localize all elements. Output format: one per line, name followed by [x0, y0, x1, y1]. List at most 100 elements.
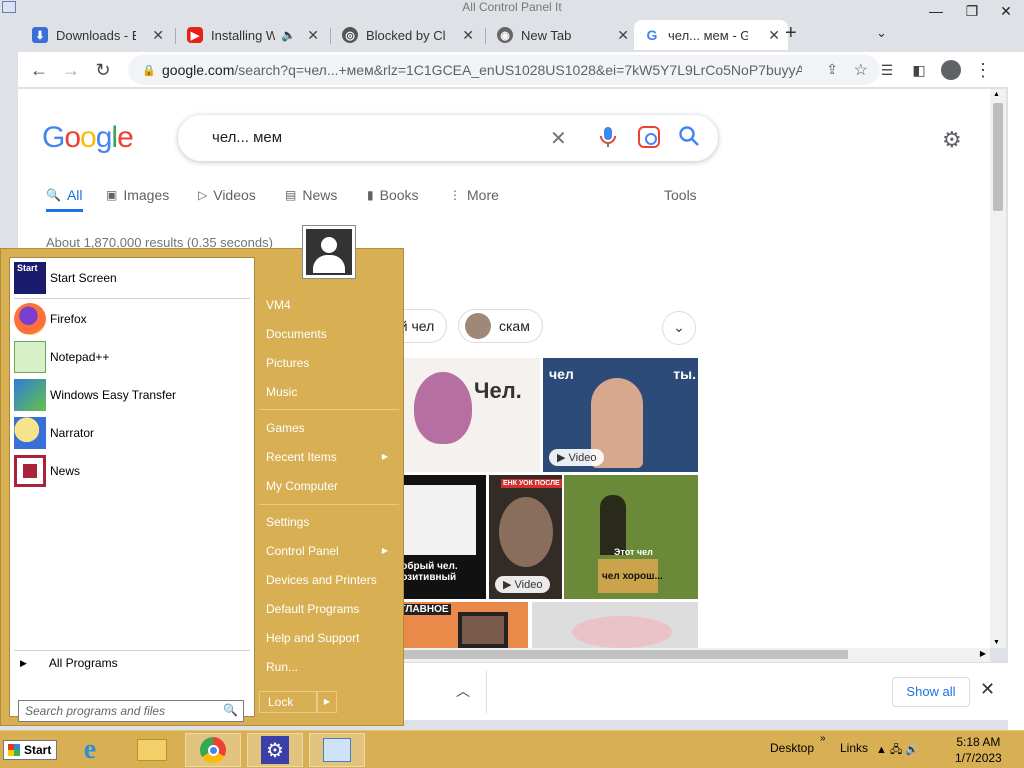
- start-link-pictures[interactable]: Pictures: [266, 352, 396, 374]
- google-logo[interactable]: Google: [42, 121, 134, 155]
- start-menu-programs: Start Start Screen Firefox Notepad++ Win…: [9, 257, 255, 722]
- globe-favicon: ◎: [342, 27, 358, 43]
- links-toolbar[interactable]: Links: [840, 741, 868, 755]
- start-item-easy-transfer[interactable]: Windows Easy Transfer: [14, 378, 250, 412]
- tab-youtube[interactable]: ▶ Installing W 🔈 ✕: [177, 20, 327, 50]
- start-link-help-support[interactable]: Help and Support: [266, 627, 396, 649]
- chevron-down-icon[interactable]: ⌄: [662, 311, 696, 345]
- image-result[interactable]: Чел.: [388, 358, 540, 472]
- new-tab-button[interactable]: +: [785, 22, 797, 45]
- start-link-devices-printers[interactable]: Devices and Printers: [266, 569, 396, 591]
- tab-search-dropdown[interactable]: ⌄: [876, 25, 887, 41]
- close-tab-icon[interactable]: ✕: [307, 27, 319, 44]
- bookmark-star-icon[interactable]: ☆: [854, 60, 868, 80]
- start-item-narrator[interactable]: Narrator: [14, 416, 250, 450]
- start-link-run[interactable]: Run...: [266, 656, 396, 678]
- desktop-toolbar[interactable]: Desktop: [770, 741, 814, 755]
- show-all-downloads-button[interactable]: Show all: [892, 677, 970, 707]
- video-result[interactable]: ЕНК УОК ПОСЛЕ ▶ Video: [489, 475, 562, 599]
- close-window-button[interactable]: ✕: [988, 0, 1024, 22]
- minimize-button[interactable]: —: [918, 0, 954, 22]
- narrator-icon: [14, 417, 46, 449]
- vertical-scrollbar[interactable]: ▲ ▼: [990, 89, 1006, 648]
- close-download-bar-icon[interactable]: ✕: [980, 679, 995, 700]
- tab-downloads[interactable]: ⬇ Downloads - Bo ✕: [22, 20, 172, 50]
- start-link-default-programs[interactable]: Default Programs: [266, 598, 396, 620]
- clock[interactable]: 5:18 AM 1/7/2023: [955, 734, 1002, 766]
- toolbar-overflow-icon[interactable]: »: [820, 733, 826, 744]
- search-programs-input[interactable]: Search programs and files 🔍: [18, 700, 244, 722]
- maximize-button[interactable]: ❐: [954, 0, 990, 22]
- video-result[interactable]: чел ты. ▶ Video: [543, 358, 698, 472]
- menu-kebab-icon[interactable]: ⋮: [970, 58, 996, 82]
- start-link-settings[interactable]: Settings: [266, 511, 396, 533]
- search-box[interactable]: чел... мем ✕: [178, 115, 718, 161]
- notification-area[interactable]: ▲ 🖧 🔊: [876, 741, 919, 760]
- settings-gear-icon[interactable]: ⚙: [942, 127, 962, 153]
- google-lens-icon[interactable]: [638, 126, 660, 148]
- start-link-recent-items[interactable]: Recent Items ▶: [266, 446, 396, 468]
- start-link-music[interactable]: Music: [266, 381, 396, 403]
- taskbar-control-panel[interactable]: [309, 733, 365, 767]
- audio-playing-icon[interactable]: 🔈: [281, 28, 296, 42]
- submenu-arrow-icon: ▶: [381, 452, 388, 461]
- image-result[interactable]: [532, 602, 698, 648]
- lock-button[interactable]: Lock: [259, 691, 317, 713]
- taskbar: Start e ⚙ Desktop » Links ▲ 🖧 🔊 5:18 AM 1…: [0, 730, 1024, 768]
- taskbar-settings[interactable]: ⚙: [247, 733, 303, 767]
- tools-button[interactable]: Tools: [664, 187, 697, 203]
- close-tab-icon[interactable]: ✕: [768, 27, 780, 44]
- image-icon: ▣: [106, 188, 118, 202]
- all-programs-button[interactable]: ▶ All Programs: [20, 656, 118, 670]
- tab-google-search[interactable]: G чел... мем - Goo ✕: [634, 20, 788, 50]
- image-result[interactable]: ГЛАВНОЕ: [388, 602, 528, 648]
- tab-news[interactable]: ▤ News: [285, 187, 337, 203]
- start-item-news[interactable]: News: [14, 454, 250, 488]
- start-link-my-computer[interactable]: My Computer: [266, 475, 396, 497]
- tab-title: New Tab: [521, 27, 572, 43]
- start-link-control-panel[interactable]: Control Panel ▶: [266, 540, 396, 562]
- tab-videos[interactable]: ▷ Videos: [198, 187, 256, 203]
- play-icon: ▷: [198, 188, 208, 202]
- microphone-icon[interactable]: [600, 127, 616, 147]
- taskbar-file-explorer[interactable]: [124, 733, 180, 767]
- start-item-notepadpp[interactable]: Notepad++: [14, 340, 250, 374]
- tab-new-tab[interactable]: ◉ New Tab ✕: [487, 20, 637, 50]
- related-chip[interactable]: скам: [458, 309, 543, 343]
- close-tab-icon[interactable]: ✕: [152, 27, 164, 44]
- start-link-vm4[interactable]: VM4: [266, 294, 396, 316]
- side-panel-icon[interactable]: ◧: [906, 58, 932, 82]
- start-link-documents[interactable]: Documents: [266, 323, 396, 345]
- chevron-up-icon[interactable]: ︿: [456, 681, 470, 701]
- taskbar-internet-explorer[interactable]: e: [62, 733, 118, 767]
- reading-list-icon[interactable]: ☰: [874, 58, 900, 82]
- tab-more[interactable]: ⋮ More: [449, 187, 499, 203]
- user-account-picture[interactable]: [302, 225, 356, 279]
- power-options-arrow-icon[interactable]: ▶: [317, 691, 337, 713]
- back-icon[interactable]: ←: [26, 58, 52, 82]
- start-button[interactable]: Start: [3, 740, 57, 760]
- search-icon[interactable]: 🔍: [223, 703, 238, 717]
- start-item-firefox[interactable]: Firefox: [14, 302, 250, 336]
- tab-images[interactable]: ▣ Images: [106, 187, 169, 203]
- clear-search-icon[interactable]: ✕: [550, 126, 567, 151]
- close-tab-icon[interactable]: ✕: [462, 27, 474, 44]
- forward-icon[interactable]: →: [58, 58, 84, 82]
- address-bar[interactable]: 🔒 google.com/search?q=чел...+мем&rlz=1C1…: [128, 55, 880, 85]
- search-icon: 🔍: [46, 188, 61, 202]
- reload-icon[interactable]: ↻: [90, 58, 116, 82]
- close-tab-icon[interactable]: ✕: [617, 27, 629, 44]
- search-query[interactable]: чел... мем: [212, 129, 282, 146]
- profile-avatar-icon[interactable]: [938, 58, 964, 82]
- image-result[interactable]: Этот чел чел хорош...: [564, 475, 698, 599]
- taskbar-chrome[interactable]: [185, 733, 241, 767]
- start-link-games[interactable]: Games: [266, 417, 396, 439]
- tab-books[interactable]: ▮ Books: [367, 187, 419, 203]
- share-icon[interactable]: ⇪: [826, 61, 838, 78]
- search-icon[interactable]: [678, 125, 700, 147]
- lock-icon[interactable]: 🔒: [142, 64, 156, 77]
- url-text[interactable]: google.com/search?q=чел...+мем&rlz=1C1GC…: [162, 62, 802, 78]
- tab-blocked[interactable]: ◎ Blocked by Clou ✕: [332, 20, 482, 50]
- tab-all[interactable]: 🔍 All: [46, 187, 83, 212]
- start-item-start-screen[interactable]: Start Start Screen: [14, 261, 250, 295]
